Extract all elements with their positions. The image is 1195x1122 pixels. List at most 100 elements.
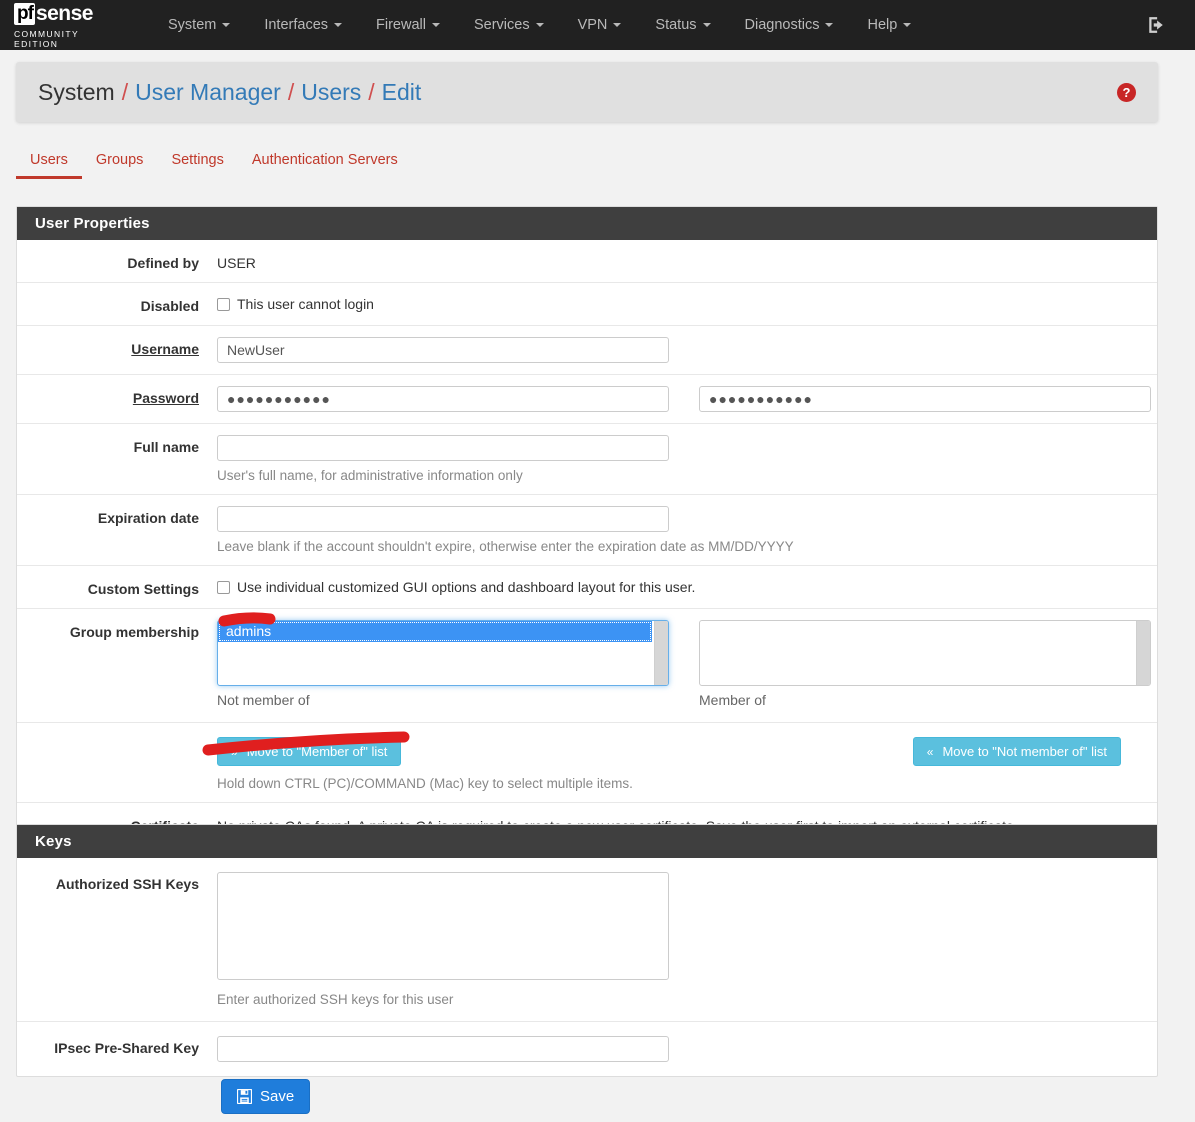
- save-button[interactable]: Save: [221, 1079, 311, 1114]
- chevron-down-icon: [702, 23, 711, 27]
- breadcrumb-link-users[interactable]: Users: [301, 79, 361, 106]
- row-password: Password: [17, 375, 1157, 424]
- body-expiration-date: Leave blank if the account shouldn't exp…: [217, 506, 1157, 554]
- move-button-row: » Move to "Member of" list « Move to "No…: [217, 737, 1139, 766]
- brand-pf-badge: pf: [14, 3, 35, 25]
- row-disabled: Disabled This user cannot login: [17, 283, 1157, 326]
- body-custom-settings: Use individual customized GUI options an…: [217, 577, 1157, 595]
- nav-item-services[interactable]: Services: [457, 0, 561, 50]
- top-navbar: pf sense COMMUNITY EDITION System Interf…: [0, 0, 1195, 50]
- save-button-label: Save: [260, 1088, 295, 1105]
- tab-authentication-servers[interactable]: Authentication Servers: [238, 144, 412, 179]
- row-expiration-date: Expiration date Leave blank if the accou…: [17, 495, 1157, 566]
- breadcrumb-link-edit[interactable]: Edit: [382, 79, 422, 106]
- username-input[interactable]: [217, 337, 669, 363]
- keys-panel: Keys Authorized SSH Keys Enter authorize…: [16, 824, 1158, 1077]
- move-to-not-member-button[interactable]: « Move to "Not member of" list: [912, 737, 1121, 766]
- nav-item-interfaces[interactable]: Interfaces: [247, 0, 359, 50]
- expiration-date-input[interactable]: [217, 506, 669, 532]
- label-ipsec-psk: IPsec Pre-Shared Key: [54, 1040, 199, 1056]
- nav-item-firewall[interactable]: Firewall: [359, 0, 457, 50]
- label-move-buttons-spacer: [17, 737, 217, 741]
- disabled-checkbox-row[interactable]: This user cannot login: [217, 294, 1139, 312]
- chevron-down-icon: [535, 23, 544, 27]
- row-username: Username: [17, 326, 1157, 375]
- chevron-down-icon: [903, 23, 912, 27]
- save-button-area: Save: [221, 1079, 311, 1114]
- navbar-right: [1147, 16, 1165, 34]
- move-buttons-help: Hold down CTRL (PC)/COMMAND (Mac) key to…: [217, 776, 633, 791]
- body-full-name: User's full name, for administrative inf…: [217, 435, 1157, 483]
- label-disabled: Disabled: [140, 298, 199, 314]
- breadcrumb-text: System / User Manager / Users / Edit: [38, 79, 421, 106]
- breadcrumb: System / User Manager / Users / Edit ?: [16, 62, 1158, 122]
- pfsense-user-edit-page: pf sense COMMUNITY EDITION System Interf…: [0, 0, 1195, 1122]
- full-name-input[interactable]: [217, 435, 669, 461]
- breadcrumb-separator: /: [121, 78, 129, 105]
- tab-users-label: Users: [30, 152, 68, 168]
- chevron-down-icon: [613, 23, 622, 27]
- nav-item-services-label: Services: [473, 17, 530, 33]
- row-group-membership: Group membership admins Not member of Me…: [17, 609, 1157, 723]
- breadcrumb-separator: /: [368, 78, 375, 105]
- password-confirm-input[interactable]: [699, 386, 1151, 412]
- label-defined-by: Defined by: [127, 255, 199, 271]
- member-select-scrollbar[interactable]: [1136, 621, 1150, 685]
- nav-item-status[interactable]: Status: [638, 0, 727, 50]
- row-full-name: Full name User's full name, for administ…: [17, 424, 1157, 495]
- nav-item-diagnostics[interactable]: Diagnostics: [728, 0, 851, 50]
- custom-settings-checkbox[interactable]: [217, 580, 230, 594]
- user-properties-heading: User Properties: [17, 207, 1157, 240]
- chevron-down-icon: [825, 23, 834, 27]
- chevron-down-icon: [222, 23, 231, 27]
- row-defined-by: Defined by USER: [17, 240, 1157, 283]
- navbar-menu: System Interfaces Firewall Services VPN …: [151, 0, 928, 50]
- tab-users[interactable]: Users: [16, 144, 82, 179]
- brand-edition: COMMUNITY EDITION: [14, 29, 79, 49]
- tab-authentication-servers-label: Authentication Servers: [251, 152, 398, 168]
- nav-item-interfaces-label: Interfaces: [264, 17, 329, 33]
- body-username: [217, 337, 1157, 363]
- help-icon-glyph: ?: [1117, 82, 1136, 102]
- full-name-help: User's full name, for administrative inf…: [217, 468, 523, 483]
- ipsec-psk-input[interactable]: [217, 1036, 669, 1062]
- not-member-select[interactable]: admins: [217, 620, 669, 686]
- member-select[interactable]: [699, 620, 1151, 686]
- not-member-caption: Not member of: [217, 692, 310, 708]
- not-member-select-scrollbar[interactable]: [654, 621, 668, 685]
- move-to-member-label: Move to "Member of" list: [246, 744, 388, 759]
- custom-settings-checkbox-row[interactable]: Use individual customized GUI options an…: [217, 577, 1139, 595]
- breadcrumb-root: System: [38, 78, 115, 105]
- tab-groups[interactable]: Groups: [82, 144, 158, 179]
- disabled-checkbox[interactable]: [217, 297, 230, 311]
- move-to-member-col: » Move to "Member of" list: [217, 737, 669, 766]
- body-disabled: This user cannot login: [217, 294, 1157, 312]
- chevron-double-right-icon: »: [231, 744, 238, 759]
- body-authorized-ssh-keys: Enter authorized SSH keys for this user: [217, 872, 1157, 1007]
- authorized-ssh-keys-help: Enter authorized SSH keys for this user: [217, 992, 454, 1007]
- label-password: Password: [132, 390, 199, 406]
- not-member-column: admins Not member of: [217, 620, 669, 708]
- nav-item-vpn[interactable]: VPN: [561, 0, 639, 50]
- help-icon[interactable]: ?: [1117, 82, 1136, 102]
- tab-groups-label: Groups: [95, 152, 144, 168]
- breadcrumb-link-user-manager[interactable]: User Manager: [135, 79, 281, 106]
- brand-logo-row: pf sense: [14, 1, 121, 27]
- row-authorized-ssh-keys: Authorized SSH Keys Enter authorized SSH…: [17, 858, 1157, 1022]
- label-username: Username: [131, 341, 199, 357]
- authorized-ssh-keys-textarea[interactable]: [217, 872, 669, 980]
- nav-item-help[interactable]: Help: [850, 0, 928, 50]
- disabled-checkbox-label: This user cannot login: [237, 296, 374, 312]
- move-to-member-button[interactable]: » Move to "Member of" list: [217, 737, 402, 766]
- logout-icon[interactable]: [1147, 16, 1165, 34]
- pfsense-logo[interactable]: pf sense COMMUNITY EDITION: [14, 1, 121, 49]
- body-group-membership: admins Not member of Member of: [217, 620, 1169, 708]
- label-group-membership: Group membership: [69, 624, 199, 640]
- chevron-double-left-icon: «: [926, 744, 934, 759]
- password-input[interactable]: [217, 386, 669, 412]
- tab-settings[interactable]: Settings: [157, 144, 237, 179]
- label-authorized-ssh-keys: Authorized SSH Keys: [55, 876, 199, 892]
- not-member-option-admins[interactable]: admins: [218, 621, 652, 642]
- move-to-not-member-col: « Move to "Not member of" list: [669, 737, 1121, 766]
- nav-item-system[interactable]: System: [151, 0, 247, 50]
